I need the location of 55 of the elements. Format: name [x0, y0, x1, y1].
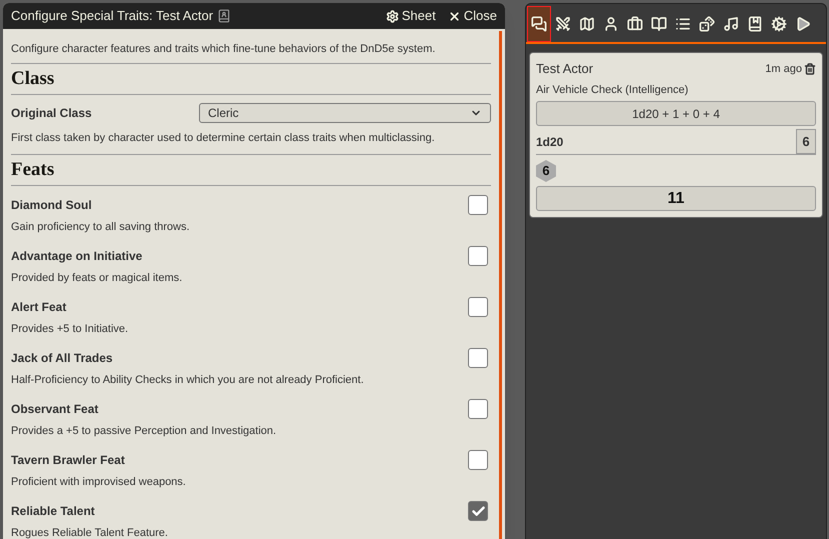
feat-hint: Provides a +5 to passive Perception and Investigation. [11, 424, 278, 439]
feat-name: Alert Feat [11, 299, 66, 316]
feat-checkbox[interactable] [468, 348, 488, 368]
feat-name: Tavern Brawler Feat [11, 452, 125, 469]
roll-flavor: Air Vehicle Check (Intelligence) [536, 82, 690, 98]
sidebar-tab[interactable] [527, 6, 551, 42]
feat-name: Advantage on Initiative [11, 248, 142, 265]
chat-bubbles-icon [531, 16, 547, 32]
person-icon [603, 16, 619, 32]
dice-subtotal: 6 [796, 129, 816, 154]
actor-sheet-icon [217, 9, 232, 23]
field-label: Original Class [11, 105, 93, 122]
map-icon [579, 16, 595, 32]
gear-icon [386, 10, 399, 22]
feat-checkbox[interactable] [468, 246, 488, 266]
list-icon [675, 16, 691, 32]
sheet-button[interactable]: Sheet [386, 6, 436, 26]
hint-text: First class taken by character used to determine certain class traits when multiclassing. [11, 123, 491, 154]
feat-hint: Provides +5 to Initiative. [11, 322, 130, 337]
feat-name: Jack of All Trades [11, 350, 113, 367]
triangle-icon [795, 16, 811, 32]
book-icon [747, 16, 763, 32]
message-time: 1m ago [765, 62, 802, 76]
music-note-icon [723, 16, 739, 32]
feat-checkbox[interactable] [468, 399, 488, 419]
dice-formula: 1d20 [536, 134, 564, 150]
feat-checkbox[interactable] [468, 450, 488, 470]
feat-checkbox[interactable] [468, 195, 488, 215]
speaker-name: Test Actor [536, 60, 594, 78]
feat-hint: Gain proficiency to all saving throws. [11, 220, 191, 235]
window-title: Configure Special Traits: Test Actor [11, 7, 214, 26]
close-button[interactable]: Close [448, 6, 497, 26]
feat-hint: Rogues Reliable Talent Feature. [11, 526, 169, 539]
feat-hint: Half-Proficiency to Ability Checks in which you are not already Proficient. [11, 373, 365, 388]
feat-hint: Provided by feats or magical items. [11, 271, 184, 286]
section-heading: Class [11, 64, 491, 95]
crossed-swords-icon [555, 16, 571, 32]
feat-name: Diamond Soul [11, 197, 92, 214]
check-icon [470, 504, 486, 518]
book-icon [651, 16, 667, 32]
roll-formula: 1d20 + 1 + 0 + 4 [536, 101, 816, 126]
feat-checkbox[interactable] [468, 501, 488, 521]
dice-icon [699, 16, 715, 32]
d20-die-result: 6 [536, 160, 556, 182]
feat-checkbox[interactable] [468, 297, 488, 317]
feat-hint: Proficient with improvised weapons. [11, 475, 187, 490]
feat-name: Reliable Talent [11, 503, 95, 520]
roll-total: 11 [536, 186, 816, 211]
feat-name: Observant Feat [11, 401, 98, 418]
intro-text: Configure character features and traits which fine-tune behaviors of the DnD5e system. [11, 29, 491, 64]
class-select[interactable]: Cleric [199, 103, 491, 123]
suitcase-icon [627, 16, 643, 32]
section-heading: Feats [11, 154, 491, 186]
close-icon [448, 10, 461, 22]
trash-icon[interactable] [804, 62, 816, 75]
